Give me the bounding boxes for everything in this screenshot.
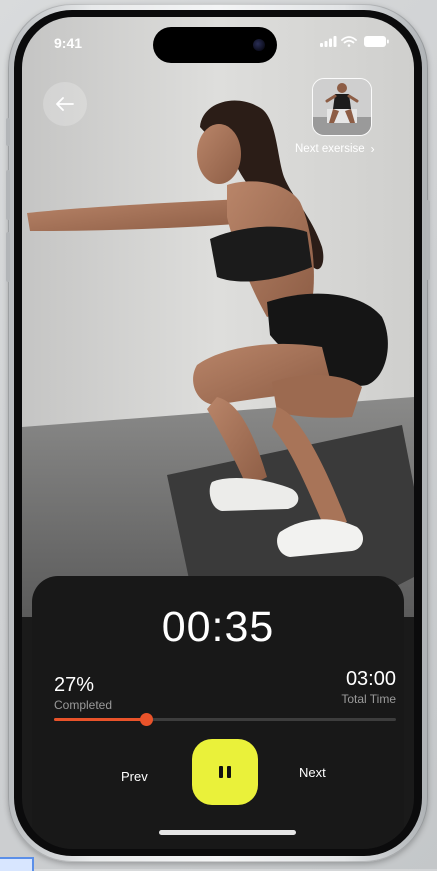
- action-button: [6, 118, 10, 146]
- status-icons: [320, 36, 389, 47]
- home-indicator: [159, 830, 296, 835]
- total-time-value: 03:00: [345, 668, 396, 690]
- camera-icon: [253, 39, 265, 51]
- arrow-left-icon: [56, 97, 74, 111]
- battery-icon: [364, 36, 389, 47]
- volume-down-button: [6, 232, 10, 282]
- prev-button[interactable]: Prev: [121, 769, 148, 784]
- status-bar: 9:41: [22, 17, 414, 67]
- dynamic-island: [153, 27, 277, 63]
- wifi-icon: [341, 36, 357, 47]
- progress-slider[interactable]: [54, 713, 396, 726]
- next-exercise-thumbnail[interactable]: [312, 78, 372, 136]
- exercise-timer: 00:35: [161, 603, 275, 651]
- next-exercise-image: [313, 79, 371, 135]
- signal-icon: [320, 36, 337, 47]
- power-button: [426, 200, 430, 280]
- completed-label: Completed: [54, 698, 113, 712]
- next-exercise-label: Next exersise: [295, 143, 365, 155]
- completed-percentage: 27%: [54, 674, 95, 696]
- chevron-right-icon: ›: [370, 142, 375, 156]
- progress-knob[interactable]: [140, 713, 153, 726]
- volume-up-button: [6, 170, 10, 220]
- progress-fill: [54, 718, 146, 721]
- next-button[interactable]: Next: [299, 765, 326, 780]
- next-exercise-link[interactable]: Next exersise ›: [295, 142, 395, 156]
- total-time-label: Total Time: [341, 692, 396, 706]
- phone-screen: 9:41 Next exersise › 00:35 27% Completed…: [22, 17, 414, 849]
- pause-button[interactable]: [192, 739, 258, 805]
- pause-icon: [219, 766, 231, 778]
- status-time: 9:41: [54, 35, 83, 51]
- back-button[interactable]: [43, 82, 87, 126]
